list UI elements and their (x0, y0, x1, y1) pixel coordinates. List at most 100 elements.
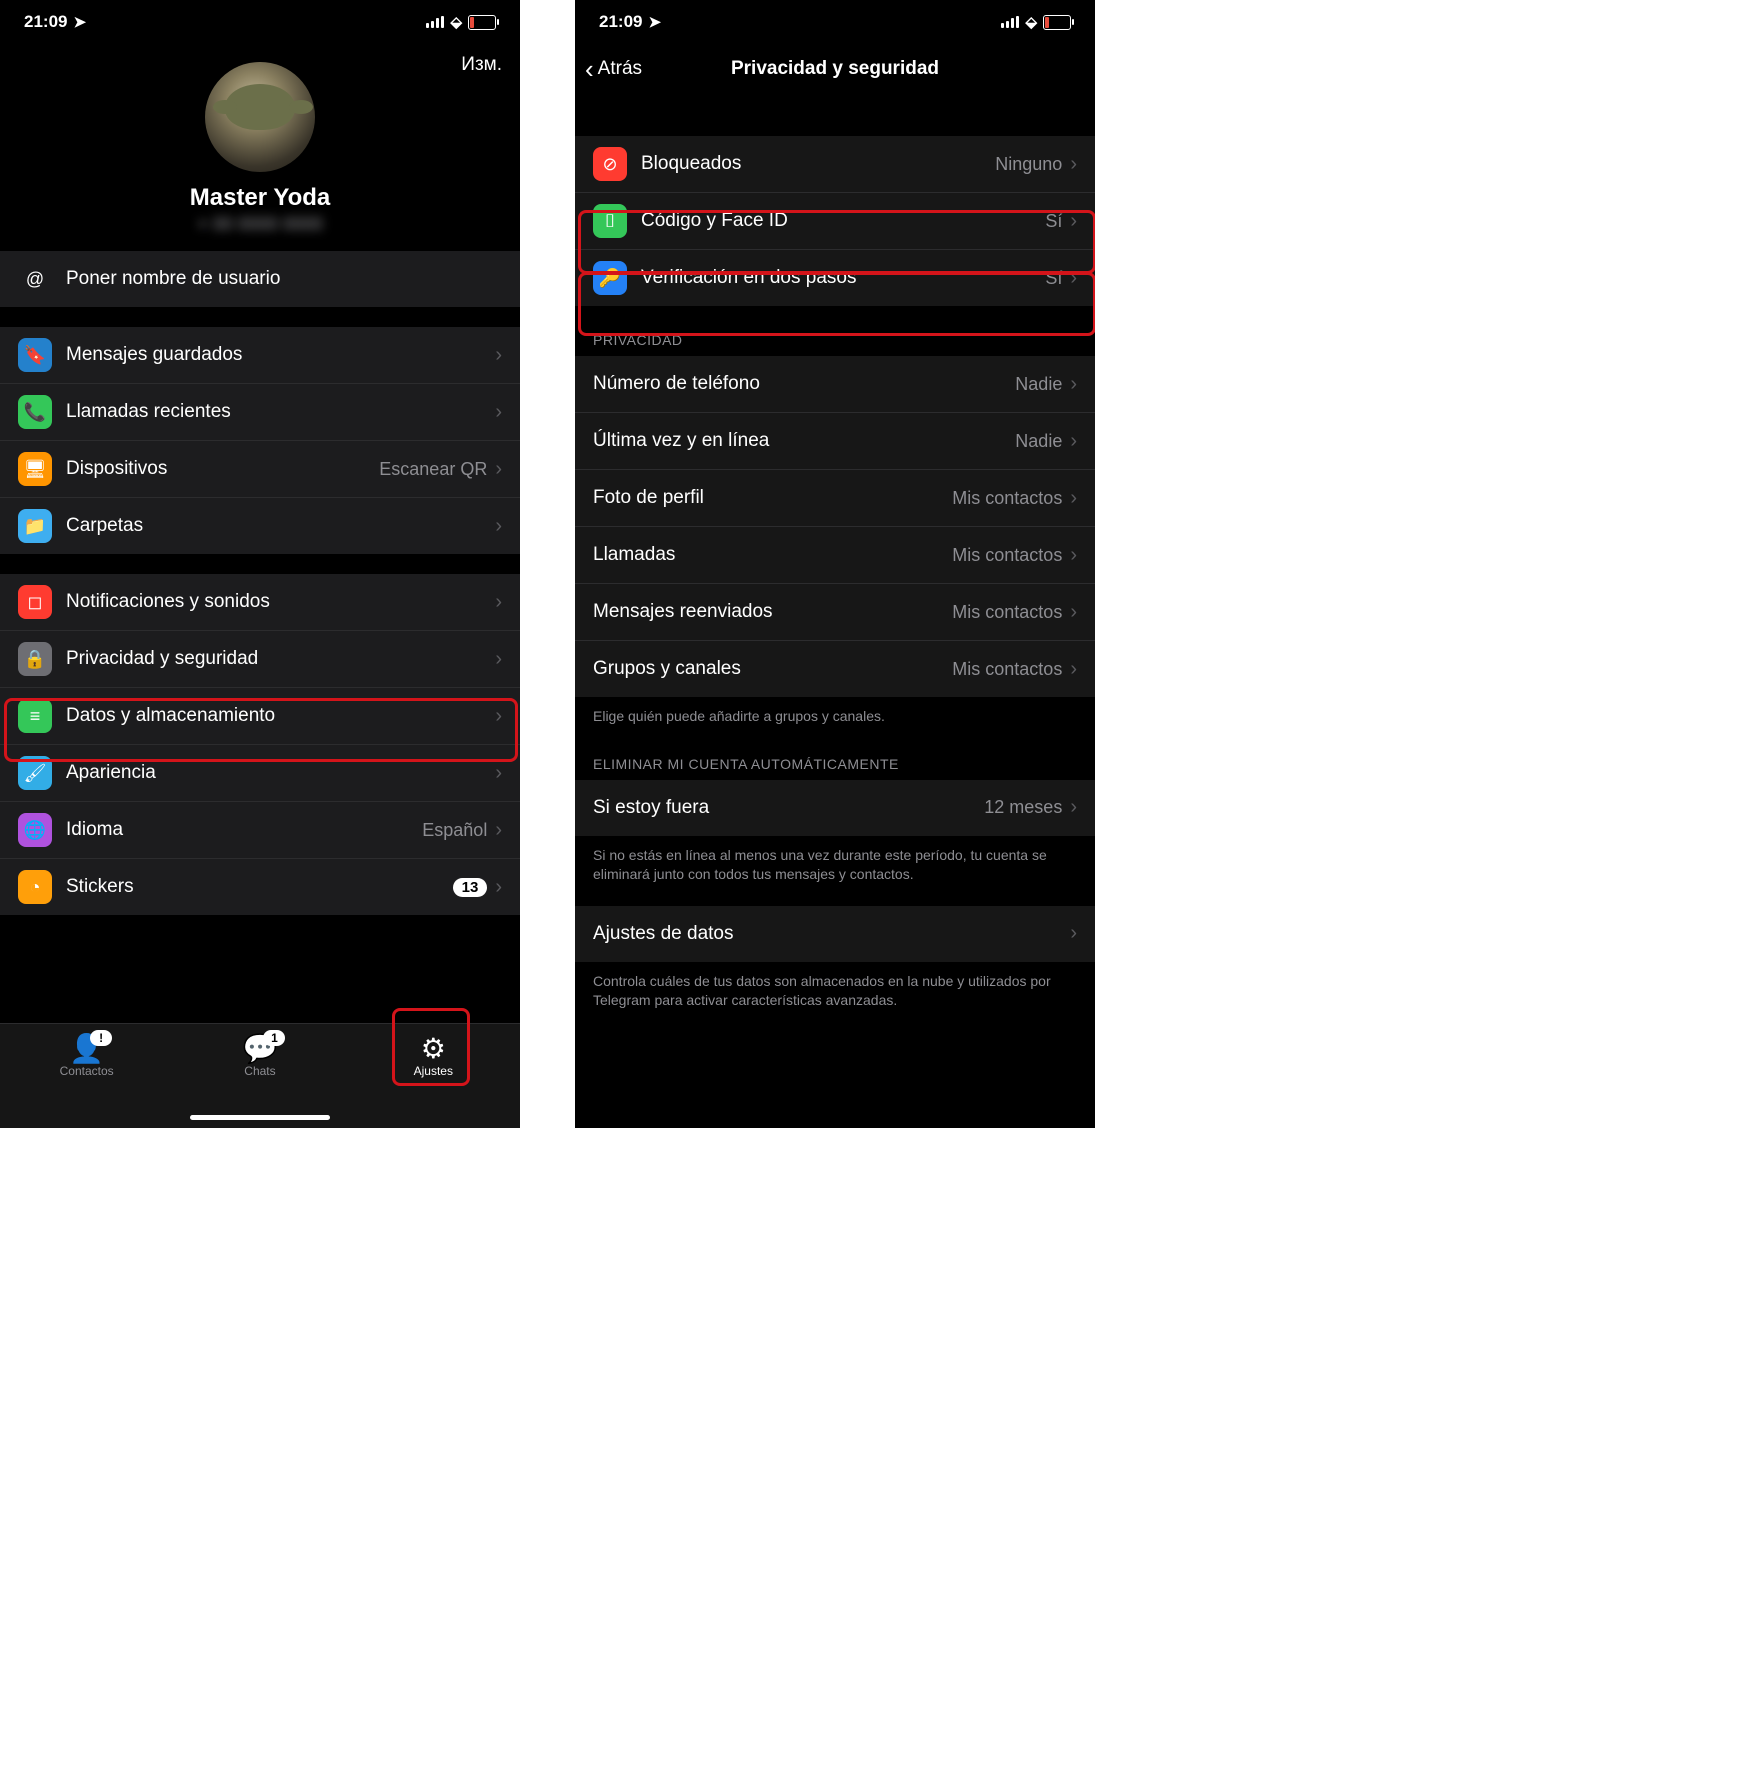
row-icon: ⌷ (593, 204, 627, 238)
row-label: Mensajes guardados (66, 344, 495, 366)
list-row[interactable]: 🖥DispositivosEscanear QR› (0, 440, 520, 497)
list-row[interactable]: 🔑Verificación en dos pasosSí› (575, 249, 1095, 306)
row-value: Mis contactos (952, 659, 1062, 680)
status-time: 21:09 (24, 12, 67, 32)
chevron-right-icon: › (1070, 373, 1077, 396)
chevron-right-icon: › (1070, 796, 1077, 819)
status-bar: 21:09 ➤ ⬙ (575, 0, 1095, 44)
list-row[interactable]: ≡Datos y almacenamiento› (0, 687, 520, 744)
row-label: Carpetas (66, 515, 495, 537)
profile-phone: + 00 0000 0000 (197, 214, 323, 235)
row-label: Ajustes de datos (593, 923, 1070, 945)
row-label: Stickers (66, 876, 453, 898)
chevron-right-icon: › (495, 401, 502, 424)
row-label: Apariencia (66, 762, 495, 784)
profile-name: Master Yoda (190, 184, 331, 212)
location-icon: ➤ (73, 13, 86, 31)
list-row[interactable]: 🌐IdiomaEspañol› (0, 801, 520, 858)
tab-label: Chats (244, 1064, 275, 1078)
battery-icon (1043, 15, 1071, 30)
row-icon: ◻ (18, 585, 52, 619)
row-icon: 🖌 (18, 756, 52, 790)
row-icon: ≡ (18, 699, 52, 733)
row-label: Poner nombre de usuario (66, 268, 502, 290)
list-row[interactable]: Mensajes reenviadosMis contactos› (575, 583, 1095, 640)
status-bar: 21:09 ➤ ⬙ (0, 0, 520, 44)
chevron-right-icon: › (1070, 544, 1077, 567)
row-label: Bloqueados (641, 153, 995, 175)
count-badge: 13 (453, 878, 488, 897)
list-row[interactable]: 🔖 Mensajes guardados› (0, 327, 520, 383)
chevron-right-icon: › (495, 458, 502, 481)
person-icon: 👤! (69, 1032, 104, 1064)
row-value: 12 meses (984, 797, 1062, 818)
row-label: Llamadas recientes (66, 401, 495, 423)
back-button[interactable]: ‹ Atrás (585, 56, 642, 82)
chevron-right-icon: › (495, 819, 502, 842)
list-row[interactable]: ⌷Código y Face IDSí› (575, 192, 1095, 249)
row-label: Datos y almacenamiento (66, 705, 495, 727)
row-icon: ◔ (18, 870, 52, 904)
chevron-right-icon: › (1070, 430, 1077, 453)
nav-header: ‹ Atrás Privacidad y seguridad (575, 44, 1095, 100)
row-label: Código y Face ID (641, 210, 1045, 232)
tab-contacts[interactable]: 👤! Contactos (37, 1032, 137, 1078)
profile-header: Изм. Master Yoda + 00 0000 0000 (0, 44, 520, 251)
chevron-right-icon: › (1070, 601, 1077, 624)
chevron-right-icon: › (1070, 210, 1077, 233)
row-value: Nadie (1015, 374, 1062, 395)
list-row[interactable]: Número de teléfonoNadie › (575, 356, 1095, 412)
at-icon: @ (18, 262, 52, 296)
row-value: Escanear QR (379, 459, 487, 480)
badge: ! (90, 1030, 112, 1046)
tab-settings[interactable]: ⚙ Ajustes (383, 1032, 483, 1078)
list-row[interactable]: LlamadasMis contactos› (575, 526, 1095, 583)
row-label: Número de teléfono (593, 373, 1015, 395)
chevron-right-icon: › (1070, 658, 1077, 681)
list-row[interactable]: Foto de perfilMis contactos› (575, 469, 1095, 526)
row-icon: 🔖 (18, 338, 52, 372)
chevron-right-icon: › (1070, 922, 1077, 945)
section-header-privacy: PRIVACIDAD (575, 306, 1095, 356)
chevron-right-icon: › (495, 762, 502, 785)
data-settings-row[interactable]: Ajustes de datos › (575, 906, 1095, 962)
list-row[interactable]: 🖌 Apariencia› (0, 744, 520, 801)
section-header-delete: ELIMINAR MI CUENTA AUTOMÁTICAMENTE (575, 730, 1095, 780)
list-row[interactable]: Grupos y canalesMis contactos› (575, 640, 1095, 697)
status-time: 21:09 (599, 12, 642, 32)
wifi-icon: ⬙ (450, 13, 462, 31)
list-row[interactable]: ⊘BloqueadosNinguno› (575, 136, 1095, 192)
home-indicator (190, 1115, 330, 1120)
list-row[interactable]: 📁Carpetas› (0, 497, 520, 554)
tab-chats[interactable]: 💬1 Chats (210, 1032, 310, 1078)
row-label: Idioma (66, 819, 422, 841)
list-row[interactable]: ◔ Stickers13 › (0, 858, 520, 915)
list-row[interactable]: ◻ Notificaciones y sonidos› (0, 574, 520, 630)
chevron-right-icon: › (495, 591, 502, 614)
edit-button[interactable]: Изм. (461, 54, 502, 76)
set-username-row[interactable]: @ Poner nombre de usuario (0, 251, 520, 307)
badge: 1 (263, 1030, 285, 1046)
list-row[interactable]: 📞 Llamadas recientes› (0, 383, 520, 440)
wifi-icon: ⬙ (1025, 13, 1037, 31)
chevron-left-icon: ‹ (585, 56, 594, 82)
avatar[interactable] (205, 62, 315, 172)
row-icon: 📞 (18, 395, 52, 429)
section-footer: Si no estás en línea al menos una vez du… (575, 836, 1095, 888)
row-label: Dispositivos (66, 458, 379, 480)
delete-if-away-row[interactable]: Si estoy fuera 12 meses › (575, 780, 1095, 836)
chevron-right-icon: › (495, 876, 502, 899)
row-label: Si estoy fuera (593, 797, 984, 819)
list-row[interactable]: Última vez y en líneaNadie› (575, 412, 1095, 469)
row-label: Foto de perfil (593, 487, 952, 509)
chevron-right-icon: › (495, 344, 502, 367)
row-label: Llamadas (593, 544, 952, 566)
row-value: Sí (1045, 268, 1062, 289)
section-footer: Elige quién puede añadirte a grupos y ca… (575, 697, 1095, 730)
chevron-right-icon: › (495, 648, 502, 671)
list-row[interactable]: 🔒Privacidad y seguridad› (0, 630, 520, 687)
row-label: Privacidad y seguridad (66, 648, 495, 670)
chat-icon: 💬1 (243, 1032, 278, 1064)
tab-bar: 👤! Contactos 💬1 Chats ⚙ Ajustes (0, 1023, 520, 1128)
row-label: Notificaciones y sonidos (66, 591, 495, 613)
